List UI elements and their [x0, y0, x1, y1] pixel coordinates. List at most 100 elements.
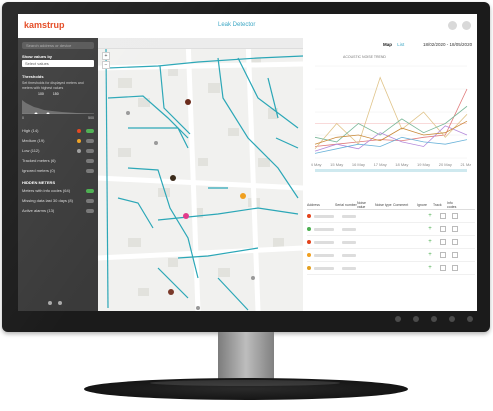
monitor-button[interactable] [413, 316, 419, 322]
pipe-network-map[interactable] [98, 38, 303, 311]
table-row[interactable]: + [307, 262, 475, 275]
info-codes-toggle[interactable] [86, 188, 94, 193]
monitor-button[interactable] [431, 316, 437, 322]
filter-row-low[interactable]: Low (112) [22, 148, 94, 154]
table-row[interactable]: + [307, 236, 475, 249]
severity-dot [307, 227, 311, 231]
tab-list[interactable]: List [397, 42, 404, 47]
meters-table: Address Serial number Noise value Noise … [307, 201, 475, 275]
monitor-button[interactable] [467, 316, 473, 322]
track-checkbox[interactable] [452, 252, 458, 258]
meter-marker[interactable] [170, 175, 176, 181]
notification-icon[interactable] [448, 21, 457, 30]
ignore-checkbox[interactable] [440, 213, 446, 219]
x-tick-label: 19 May [417, 162, 430, 167]
brand-logo: kamstrup [24, 20, 65, 30]
add-icon[interactable]: + [426, 265, 434, 271]
thresholds-label: Thresholds [22, 74, 44, 79]
meter-marker[interactable] [240, 193, 246, 199]
table-row[interactable]: + [307, 249, 475, 262]
severity-dot [307, 253, 311, 257]
show-values-label: Show values by [22, 54, 53, 59]
track-checkbox[interactable] [452, 265, 458, 271]
meter-marker[interactable] [154, 141, 158, 145]
ignore-checkbox[interactable] [440, 265, 446, 271]
hidden-row-info-codes[interactable]: Meters with info codes (64) [22, 188, 94, 194]
track-checkbox[interactable] [452, 239, 458, 245]
zoom-in-icon[interactable]: + [102, 52, 110, 60]
zoom-out-icon[interactable]: − [102, 61, 110, 69]
add-icon[interactable]: + [426, 226, 434, 232]
series-line-1[interactable] [314, 76, 468, 150]
sidebar: Search address or device Show values by … [18, 38, 98, 311]
high-toggle[interactable] [86, 128, 94, 133]
ignored-toggle[interactable] [86, 168, 94, 173]
meter-marker[interactable] [183, 213, 189, 219]
meter-marker[interactable] [168, 289, 174, 295]
meter-marker[interactable] [185, 99, 191, 105]
date-to[interactable]: 18/05/2020 [450, 42, 473, 47]
noise-trend-chart[interactable]: 14 May 15 May 16 May 17 May 18 May 19 May 20 M… [311, 62, 471, 172]
add-icon[interactable]: + [426, 239, 434, 245]
meter-marker[interactable] [251, 276, 255, 280]
hist-mark-2: 150 [52, 92, 59, 96]
table-row[interactable]: + [307, 223, 475, 236]
severity-dot [307, 214, 311, 218]
x-tick-label: 18 May [395, 162, 408, 167]
ignore-checkbox[interactable] [440, 252, 446, 258]
map-canvas[interactable] [98, 38, 303, 311]
series-line-5[interactable] [314, 136, 468, 154]
monitor-button[interactable] [449, 316, 455, 322]
add-icon[interactable]: + [426, 252, 434, 258]
date-range[interactable]: 18/02/2020 - 18/05/2020 [423, 42, 472, 47]
add-icon[interactable]: + [426, 213, 434, 219]
filter-row-tracked[interactable]: Tracked meters (6) [22, 158, 94, 164]
filter-row-ignored[interactable]: Ignored meters (0) [22, 168, 94, 174]
ignore-checkbox[interactable] [440, 226, 446, 232]
show-values-select[interactable]: Select values [22, 60, 94, 67]
missing-data-toggle[interactable] [86, 198, 94, 203]
hist-max-label: 500 [88, 116, 94, 120]
date-from[interactable]: 18/02/2020 [423, 42, 446, 47]
track-checkbox[interactable] [452, 213, 458, 219]
chart-title: ACOUSTIC NOISE TREND [343, 55, 386, 59]
app-screen: kamstrup Leak Detector Search address or… [18, 14, 477, 311]
monitor-button[interactable] [395, 316, 401, 322]
hidden-row-missing-data[interactable]: Missing data last 30 days (8) [22, 198, 94, 204]
hist-mark-1: 100 [38, 92, 44, 96]
search-input[interactable]: Search address or device [22, 42, 94, 49]
ignore-checkbox[interactable] [440, 239, 446, 245]
top-right-controls [448, 21, 471, 30]
series-line-3[interactable] [314, 125, 468, 152]
x-tick-label: 21 May [460, 162, 471, 167]
series-line-0[interactable] [314, 88, 468, 147]
app-title: Leak Detector [218, 22, 256, 28]
active-alarms-toggle[interactable] [86, 208, 94, 213]
medium-toggle[interactable] [86, 138, 94, 143]
chart-range-scrollbar[interactable] [315, 169, 467, 172]
settings-icon[interactable] [48, 301, 52, 305]
table-header: Address Serial number Noise value Noise … [307, 201, 475, 210]
view-tabs: Map List [383, 42, 408, 47]
map-zoom-controls: + − [102, 52, 110, 70]
tracked-toggle[interactable] [86, 158, 94, 163]
x-tick-label: 20 May [439, 162, 452, 167]
tab-map[interactable]: Map [383, 42, 392, 47]
table-row[interactable]: + [307, 210, 475, 223]
hidden-meters-title: HIDDEN METERS [22, 180, 56, 185]
hist-min-label: 0 [22, 116, 24, 120]
thresholds-description: Set thresholds for displayed meters and … [22, 81, 84, 90]
user-avatar-icon[interactable] [462, 21, 471, 30]
help-icon[interactable] [58, 301, 62, 305]
map-toolbar [98, 38, 303, 49]
low-toggle[interactable] [86, 148, 94, 153]
meter-marker[interactable] [196, 306, 200, 310]
high-status-dot [77, 129, 81, 133]
hidden-row-active-alarms[interactable]: Active alarms (13) [22, 208, 94, 214]
filter-row-medium[interactable]: Medium (19) [22, 138, 94, 144]
track-checkbox[interactable] [452, 226, 458, 232]
meter-marker[interactable] [126, 111, 130, 115]
threshold-histogram[interactable] [22, 98, 94, 114]
filter-row-high[interactable]: High (14) [22, 128, 94, 134]
x-tick-label: 14 May [311, 162, 322, 167]
